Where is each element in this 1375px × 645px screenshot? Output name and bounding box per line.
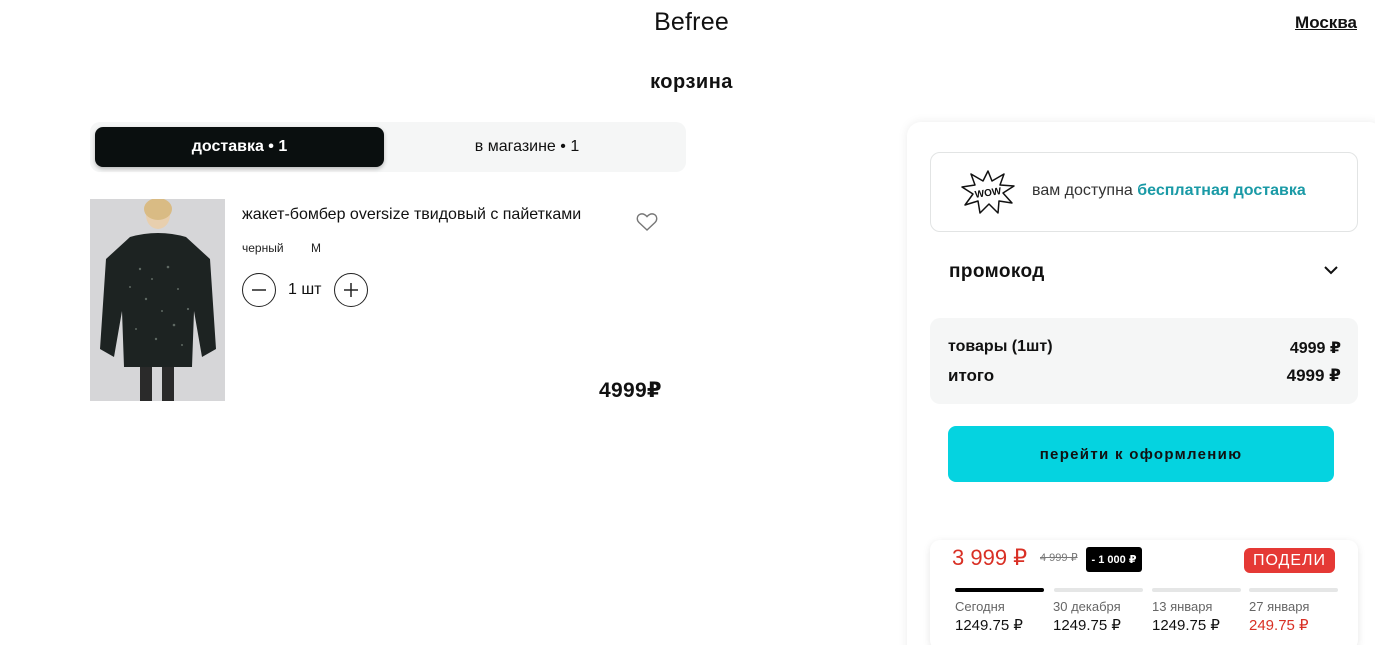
promo-code-toggle[interactable]: промокод [949,261,1045,283]
order-totals [930,318,1358,404]
quantity-decrease-button[interactable] [242,273,276,307]
goods-value: 4999 ₽ [1289,340,1341,357]
installment-date-3: 13 января [1152,599,1213,614]
product-name[interactable]: жакет-бомбер oversize твидовый с пайетка… [242,206,581,224]
installment-bar-2 [1054,588,1143,592]
goods-label: товары (1шт) [948,338,1053,355]
discount-badge: - 1 000 ₽ [1086,547,1142,572]
installment-bar-4 [1249,588,1338,592]
podeli-logo: ПОДЕЛИ [1244,548,1335,573]
total-value: 4999 ₽ [1286,366,1341,385]
product-photo-illustration [90,199,225,401]
minus-icon [252,289,266,291]
installment-bar-3 [1152,588,1241,592]
installment-amount-1: 1249.75 ₽ [955,617,1023,634]
plus-icon [344,283,358,297]
city-selector[interactable]: Москва [1295,13,1357,33]
product-color: черный [242,241,284,255]
product-size: M [311,241,321,255]
split-old-price: 4 999 ₽ [1040,552,1078,564]
quantity-increase-button[interactable] [334,273,368,307]
installment-amount-2: 1249.75 ₽ [1053,617,1121,634]
goods-row: товары (1шт) 4999 ₽ [948,338,1341,358]
installment-date-1: Сегодня [955,599,1005,614]
item-price: 4999₽ [599,379,662,402]
free-delivery-prefix: вам доступна [1032,182,1133,199]
tab-delivery[interactable]: доставка • 1 [95,127,384,167]
tab-in-store[interactable]: в магазине • 1 [390,127,664,167]
wow-burst-icon: WOW [960,169,1016,215]
product-image[interactable] [90,199,225,401]
quantity-value: 1 шт [288,281,322,298]
page-title: корзина [650,71,733,93]
installment-date-2: 30 декабря [1053,599,1121,614]
total-row: итого 4999 ₽ [948,366,1341,386]
installment-amount-3: 1249.75 ₽ [1152,617,1220,634]
checkout-button[interactable]: перейти к оформлению [948,426,1334,482]
free-delivery-text: вам доступна бесплатная доставка [1032,182,1306,200]
delivery-tabs: доставка • 1 в магазине • 1 [90,122,686,172]
favorite-heart-icon[interactable] [636,212,658,232]
installment-bar-1 [955,588,1044,592]
installment-amount-4: 249.75 ₽ [1249,617,1309,634]
free-delivery-highlight: бесплатная доставка [1137,182,1306,199]
split-price: 3 999 ₽ [952,545,1028,570]
chevron-down-icon[interactable] [1322,263,1340,277]
total-label: итого [948,366,995,385]
brand-logo[interactable]: Befree [0,8,1375,37]
installment-date-4: 27 января [1249,599,1310,614]
